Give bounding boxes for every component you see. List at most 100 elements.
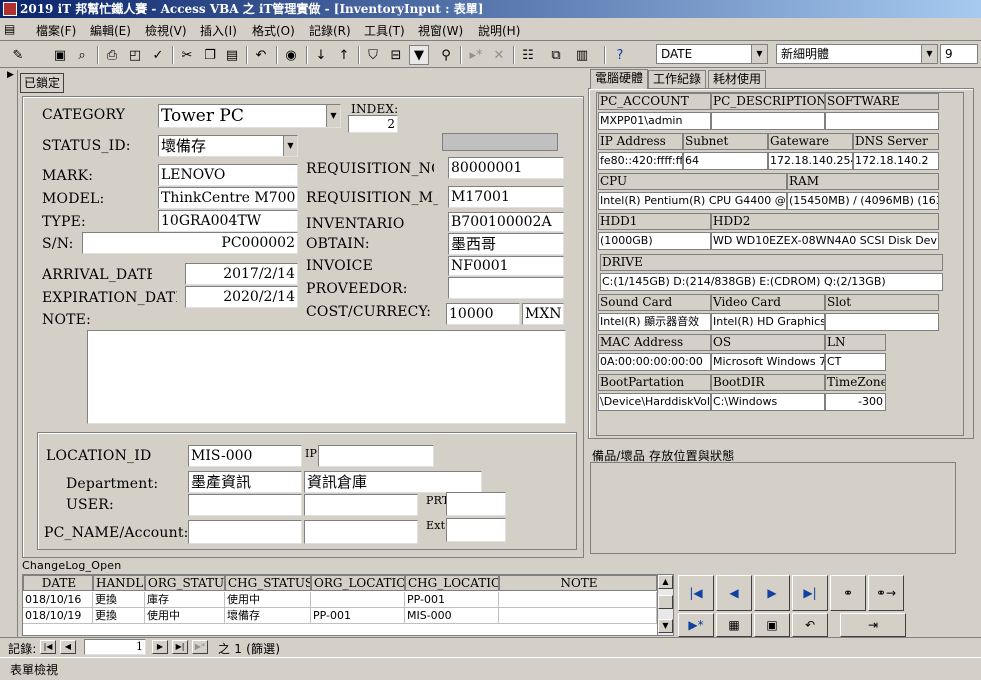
sort-desc-icon[interactable]: ↑: [334, 45, 354, 65]
font-size-selector[interactable]: 9: [940, 44, 978, 64]
find-button[interactable]: ⚭: [830, 575, 866, 611]
cut-icon[interactable]: ✂: [177, 45, 197, 65]
nav-first-button[interactable]: |◀: [40, 640, 56, 654]
apply-filter-icon[interactable]: ▼: [409, 45, 429, 65]
paste-icon[interactable]: ▤: [222, 45, 242, 65]
pcname-field[interactable]: [188, 520, 302, 544]
type-field[interactable]: 10GRA004TW: [158, 210, 298, 232]
hw-software[interactable]: [825, 112, 939, 130]
menu-insert[interactable]: 插入(I): [200, 22, 237, 39]
nav-next-button[interactable]: ▶: [152, 640, 168, 654]
hw-ram[interactable]: (15450MB) / (4096MB) (1638: [787, 192, 939, 210]
tab-consumables[interactable]: 耗材使用: [708, 70, 767, 88]
hw-sound[interactable]: Intel(R) 顯示器音效: [598, 313, 711, 331]
form-menu-icon[interactable]: ▤: [4, 22, 24, 36]
currency-field[interactable]: MXN: [522, 303, 564, 325]
mark-field[interactable]: LENOVO: [158, 164, 298, 186]
spare-panel[interactable]: [590, 462, 956, 554]
save-icon[interactable]: ▣: [50, 45, 70, 65]
inventario-field[interactable]: B700100002A: [448, 212, 564, 232]
database-window-icon[interactable]: ⧉: [546, 45, 566, 65]
field-selector[interactable]: DATE ▼: [656, 44, 768, 64]
first-record-button[interactable]: |◀: [678, 575, 714, 611]
filter-form-icon[interactable]: ⊟: [386, 45, 406, 65]
model-field[interactable]: ThinkCentre M700: [158, 187, 298, 209]
department-field-2[interactable]: 資訊倉庫: [304, 471, 482, 493]
hw-ln[interactable]: CT: [825, 353, 886, 371]
new-record-icon[interactable]: ▸*: [466, 45, 486, 65]
nav-new-button[interactable]: ▶*: [192, 640, 208, 654]
status-combo[interactable]: 壞備存 ▼: [158, 135, 298, 157]
user-field[interactable]: [188, 494, 302, 516]
chevron-down-icon[interactable]: ▼: [751, 45, 767, 63]
print-icon[interactable]: ⎙: [102, 45, 122, 65]
last-record-button[interactable]: ▶|: [792, 575, 828, 611]
hw-video[interactable]: Intel(R) HD Graphics 5: [711, 313, 825, 331]
col-org-status[interactable]: ORG_STATUS_: [145, 575, 225, 591]
arrival-field[interactable]: 2017/2/14: [185, 263, 298, 285]
expiration-field[interactable]: 2020/2/14: [185, 286, 298, 308]
tab-hardware[interactable]: 電腦硬體: [590, 69, 649, 89]
sn-field[interactable]: PC000002: [82, 232, 298, 254]
col-org-location[interactable]: ORG_LOCATION: [311, 575, 405, 591]
design-view-icon[interactable]: ✎: [8, 45, 28, 65]
exit-button[interactable]: ⇥: [840, 613, 906, 637]
menu-window[interactable]: 視窗(W): [418, 22, 463, 39]
hw-os[interactable]: Microsoft Windows 7 專: [711, 353, 825, 371]
tab-worklog[interactable]: 工作紀錄: [648, 70, 707, 88]
help-icon[interactable]: ?: [610, 45, 630, 65]
cost-field[interactable]: 10000: [446, 303, 520, 325]
grid-scrollbar[interactable]: ▲ ▼: [657, 575, 673, 635]
col-date[interactable]: DATE: [23, 575, 93, 591]
scroll-up-icon[interactable]: ▲: [658, 575, 673, 589]
prev-record-button[interactable]: ◀: [716, 575, 752, 611]
hw-hdd2[interactable]: WD WD10EZEX-08WN4A0 SCSI Disk Dev: [711, 232, 939, 250]
hw-bootpart[interactable]: \Device\HarddiskVolum: [598, 393, 711, 411]
menu-help[interactable]: 說明(H): [478, 22, 520, 39]
table-cell[interactable]: 018/10/19: [23, 608, 93, 624]
hw-dns[interactable]: 172.18.140.2: [853, 152, 939, 170]
scroll-thumb[interactable]: [658, 595, 673, 609]
col-note[interactable]: NOTE: [499, 575, 657, 591]
hw-pc-account[interactable]: MXPP01\admin: [598, 112, 711, 130]
font-selector[interactable]: 新細明體 ▼: [776, 44, 938, 64]
table-cell[interactable]: PP-001: [311, 608, 405, 624]
hyperlink-icon[interactable]: ◉: [281, 45, 301, 65]
hw-drive[interactable]: C:(1/145GB) D:(214/838GB) E:(CDROM) Q:(2…: [600, 273, 943, 291]
sort-asc-icon[interactable]: ↓: [311, 45, 331, 65]
table-cell[interactable]: [311, 592, 405, 608]
find-icon[interactable]: ⚲: [436, 45, 456, 65]
obtain-field[interactable]: 墨西哥: [448, 233, 564, 255]
menu-file[interactable]: 檔案(F): [36, 22, 76, 39]
hw-hdd1[interactable]: (1000GB): [598, 232, 711, 250]
category-combo[interactable]: Tower PC ▼: [158, 104, 341, 128]
table-cell[interactable]: 更換: [93, 608, 145, 624]
save-record-button[interactable]: ▣: [754, 613, 790, 637]
ip-field[interactable]: [318, 445, 434, 467]
hw-mac[interactable]: 0A:00:00:00:00:00: [598, 353, 711, 371]
hw-ip[interactable]: fe80::420:ffff:ffff: [598, 152, 683, 170]
menu-records[interactable]: 記錄(R): [309, 22, 351, 39]
calculator-button[interactable]: ▦: [716, 613, 752, 637]
proveedor-field[interactable]: [448, 277, 564, 299]
req-m-field[interactable]: M17001: [448, 186, 564, 208]
hw-subnet[interactable]: 64: [683, 152, 768, 170]
hw-slot[interactable]: [825, 313, 939, 331]
record-number-field[interactable]: 1: [84, 639, 146, 655]
prt-field[interactable]: [446, 492, 506, 516]
location-field[interactable]: MIS-000: [188, 445, 302, 467]
properties-icon[interactable]: ☷: [518, 45, 538, 65]
chevron-down-icon[interactable]: ▼: [921, 45, 937, 63]
menu-tools[interactable]: 工具(T): [364, 22, 405, 39]
record-selector[interactable]: ▶: [4, 70, 18, 638]
hw-pc-desc[interactable]: [711, 112, 825, 130]
user-field-2[interactable]: [304, 494, 418, 516]
copy-icon[interactable]: ❐: [200, 45, 220, 65]
table-cell[interactable]: 使用中: [225, 592, 311, 608]
table-cell[interactable]: 使用中: [145, 608, 225, 624]
table-cell[interactable]: 壞備存: [225, 608, 311, 624]
new-record-button[interactable]: ▶*: [678, 613, 714, 637]
nav-last-button[interactable]: ▶|: [172, 640, 188, 654]
pcname-field-2[interactable]: [304, 520, 418, 544]
undo-icon[interactable]: ↶: [251, 45, 271, 65]
